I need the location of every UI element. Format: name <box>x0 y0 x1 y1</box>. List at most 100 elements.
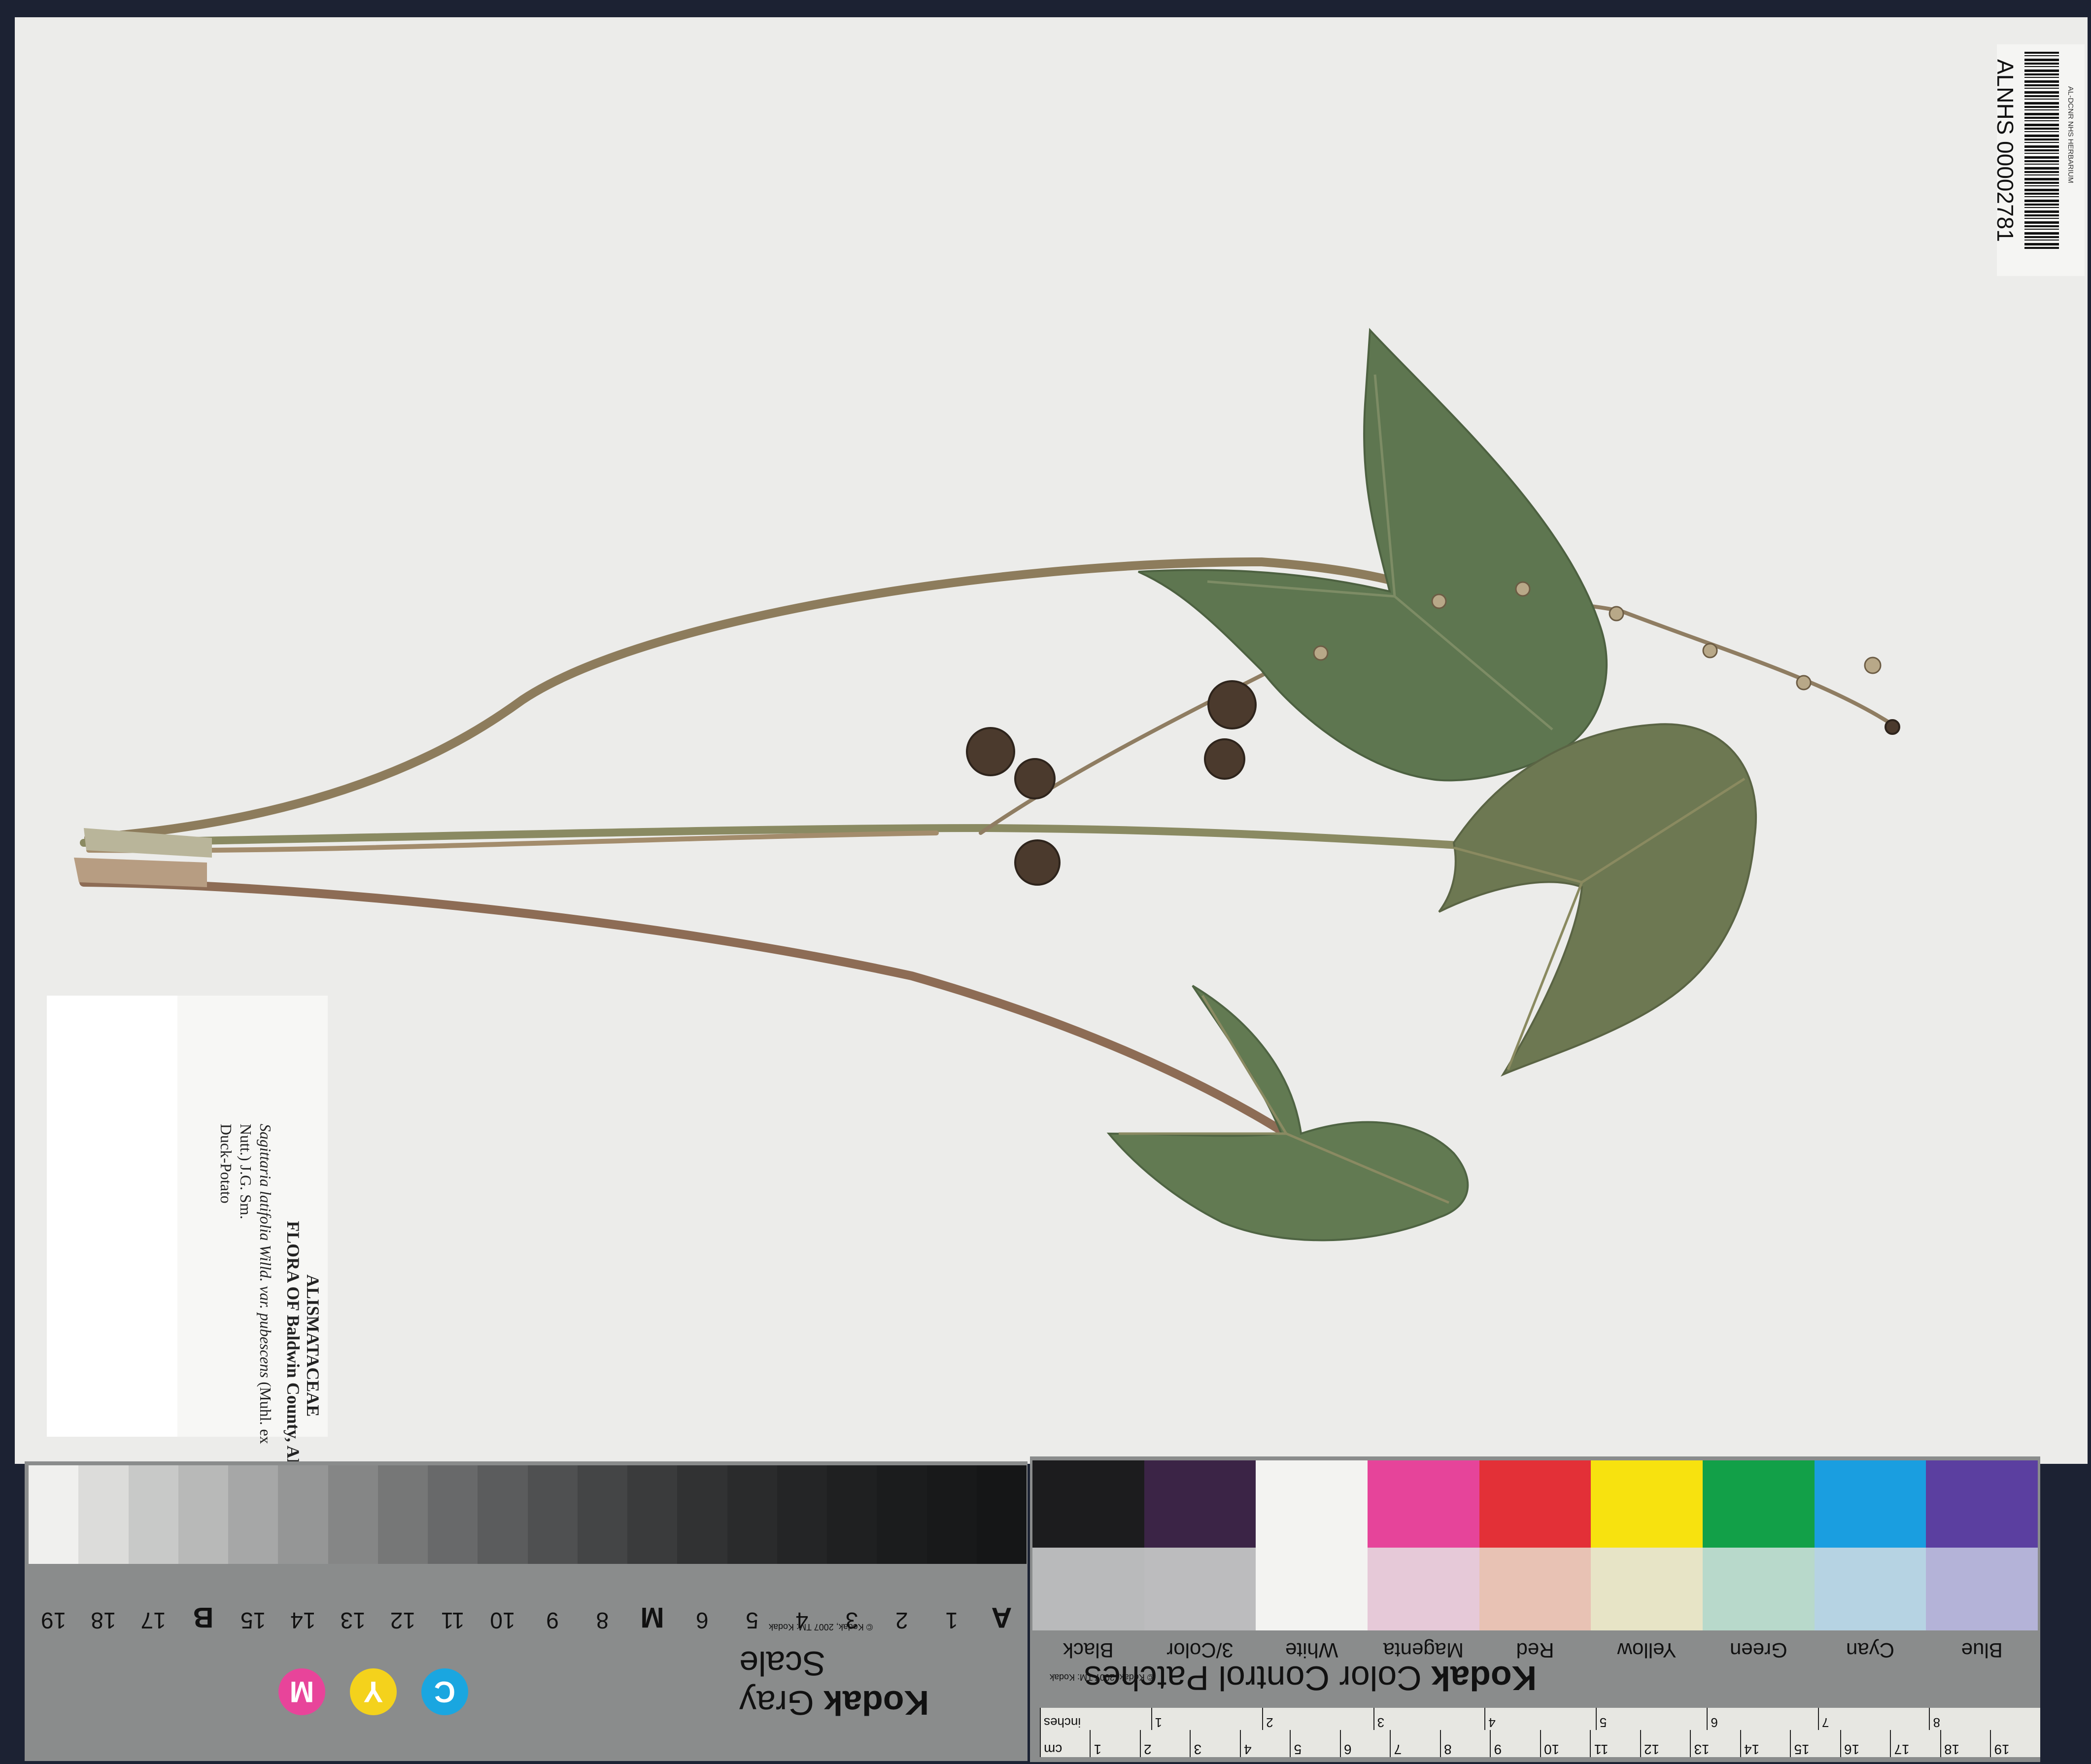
ruler-cm-label: 8 <box>1440 1730 1490 1757</box>
gray-scale-label: 14 <box>290 1608 316 1633</box>
gray-patch <box>577 1465 627 1564</box>
magenta-marker-icon: M <box>278 1668 325 1715</box>
ruler-inch-label: 7 <box>1817 1708 1929 1730</box>
gray-scale-label: 11 <box>441 1608 465 1633</box>
ruler-cm-label: 2 <box>1140 1730 1190 1757</box>
gray-patch <box>78 1465 129 1564</box>
barcode-number: ALNHS 00002781 <box>1992 59 2018 242</box>
ruler: cm 1 2 3 4 5 6 7 8 9 10 11 12 13 14 15 16 17 18 19 inches 1 2… <box>1040 1708 2041 1757</box>
ruler-cm-label: 4 <box>1240 1730 1290 1757</box>
gray-scale-label: 8 <box>596 1608 609 1633</box>
gray-patch <box>677 1465 727 1564</box>
gray-patch <box>228 1465 278 1564</box>
color-patch-name: Yellow <box>1617 1639 1677 1662</box>
color-patch-tint <box>1032 1548 1144 1630</box>
color-patch <box>1702 1460 1815 1548</box>
color-patch-name: Magenta <box>1383 1639 1464 1662</box>
color-patch-tint <box>1591 1548 1703 1630</box>
gray-patch <box>278 1465 328 1564</box>
gray-scale-label: 17 <box>140 1608 166 1633</box>
color-patch-name: 3/Color <box>1166 1639 1234 1662</box>
color-patch-tint <box>1367 1548 1479 1630</box>
color-patch-tint <box>1702 1548 1815 1630</box>
ruler-cm-label: 12 <box>1640 1730 1690 1757</box>
gray-card-brand: Kodak <box>823 1684 929 1722</box>
ruler-cm-label: 1 <box>1090 1730 1140 1757</box>
color-patch-name: Blue <box>1961 1639 2003 1662</box>
color-patch <box>1256 1460 1368 1548</box>
ruler-cm-label: 15 <box>1790 1730 1840 1757</box>
gray-scale-label: 18 <box>91 1608 116 1633</box>
gray-scale-label: 12 <box>390 1608 415 1633</box>
fruit-head <box>1204 738 1245 780</box>
gray-patch <box>527 1465 578 1564</box>
barcode-icon <box>2024 52 2059 249</box>
color-patch-name: Red <box>1516 1639 1554 1662</box>
ruler-inch-label: 8 <box>1929 1708 2041 1730</box>
gray-scale-label: B <box>193 1601 214 1633</box>
gray-patch <box>377 1465 428 1564</box>
ruler-inches: inches 1 2 3 4 5 6 7 8 <box>1040 1708 2041 1730</box>
gray-patch <box>478 1465 528 1564</box>
ruler-cm-label: 19 <box>1990 1730 2040 1757</box>
ruler-inch-label: 1 <box>1151 1708 1263 1730</box>
fruit-head <box>1885 719 1900 735</box>
gray-patch <box>428 1465 478 1564</box>
ruler-inch-label: 3 <box>1373 1708 1485 1730</box>
ruler-inch-label: 5 <box>1595 1708 1707 1730</box>
color-patch-tint <box>1479 1548 1591 1630</box>
ruler-cm-label: 14 <box>1740 1730 1790 1757</box>
ruler-inch-label: 6 <box>1707 1708 1818 1730</box>
gray-scale-label: 9 <box>546 1608 559 1633</box>
gray-patches <box>29 1465 1027 1564</box>
ruler-cm-label: 18 <box>1940 1730 1990 1757</box>
ruler-cm-label: 5 <box>1290 1730 1340 1757</box>
color-patch <box>1032 1460 1144 1548</box>
gray-scale-label: 6 <box>696 1608 709 1633</box>
ruler-cm-label: cm <box>1040 1730 1090 1757</box>
color-patch-tint <box>1144 1548 1256 1630</box>
color-patch <box>1479 1460 1591 1548</box>
gray-scale-label: 19 <box>41 1608 67 1633</box>
gray-card-title: Kodak Gray Scale <box>739 1644 1015 1723</box>
color-patch <box>1144 1460 1256 1548</box>
gray-scale-label: 15 <box>240 1608 266 1633</box>
fruit-head <box>1014 839 1061 886</box>
color-card-brand: Kodak <box>1431 1659 1537 1697</box>
ruler-cm-label: 13 <box>1690 1730 1740 1757</box>
label-blank-area <box>47 996 177 1437</box>
gray-scale-label: 10 <box>490 1608 515 1633</box>
ruler-cm-label: 6 <box>1340 1730 1390 1757</box>
color-patches-bottom <box>1032 1548 2038 1630</box>
color-patch <box>1591 1460 1703 1548</box>
color-patch <box>1814 1460 1926 1548</box>
gray-patch <box>976 1465 1027 1564</box>
gray-patch <box>627 1465 678 1564</box>
color-card-copyright: © Kodak, 2007 TM: Kodak <box>1050 1672 1154 1682</box>
fruit-head <box>1207 680 1257 729</box>
gray-patch <box>777 1465 827 1564</box>
leaf-upper <box>1138 328 1608 782</box>
gray-patch <box>926 1465 977 1564</box>
ruler-cm-label: 11 <box>1590 1730 1640 1757</box>
color-patch-tint <box>1256 1548 1368 1630</box>
ruler-cm-label: 3 <box>1190 1730 1240 1757</box>
cyan-marker-icon: C <box>421 1668 468 1715</box>
gray-patch <box>328 1465 378 1564</box>
color-patch <box>1367 1460 1479 1548</box>
label-scientific-name: Sagittaria latifolia Willd. var. pubesce… <box>257 1124 274 1378</box>
gray-patch <box>727 1465 777 1564</box>
ruler-cm: cm 1 2 3 4 5 6 7 8 9 10 11 12 13 14 15 16 17 18 19 <box>1040 1730 2040 1757</box>
color-patch-name: Cyan <box>1846 1639 1895 1662</box>
ruler-cm-label: 7 <box>1390 1730 1440 1757</box>
gray-patch <box>29 1465 79 1564</box>
color-patch-tint <box>1926 1548 2038 1630</box>
yellow-marker-icon: Y <box>350 1668 397 1715</box>
fruit-head <box>1014 758 1056 799</box>
leaf-lower <box>1106 985 1469 1242</box>
color-patch-name: Green <box>1729 1639 1787 1662</box>
gray-scale-label: 13 <box>340 1608 366 1633</box>
ruler-cm-label: 17 <box>1890 1730 1940 1757</box>
color-patch-name: White <box>1285 1639 1338 1662</box>
gray-patch <box>128 1465 178 1564</box>
